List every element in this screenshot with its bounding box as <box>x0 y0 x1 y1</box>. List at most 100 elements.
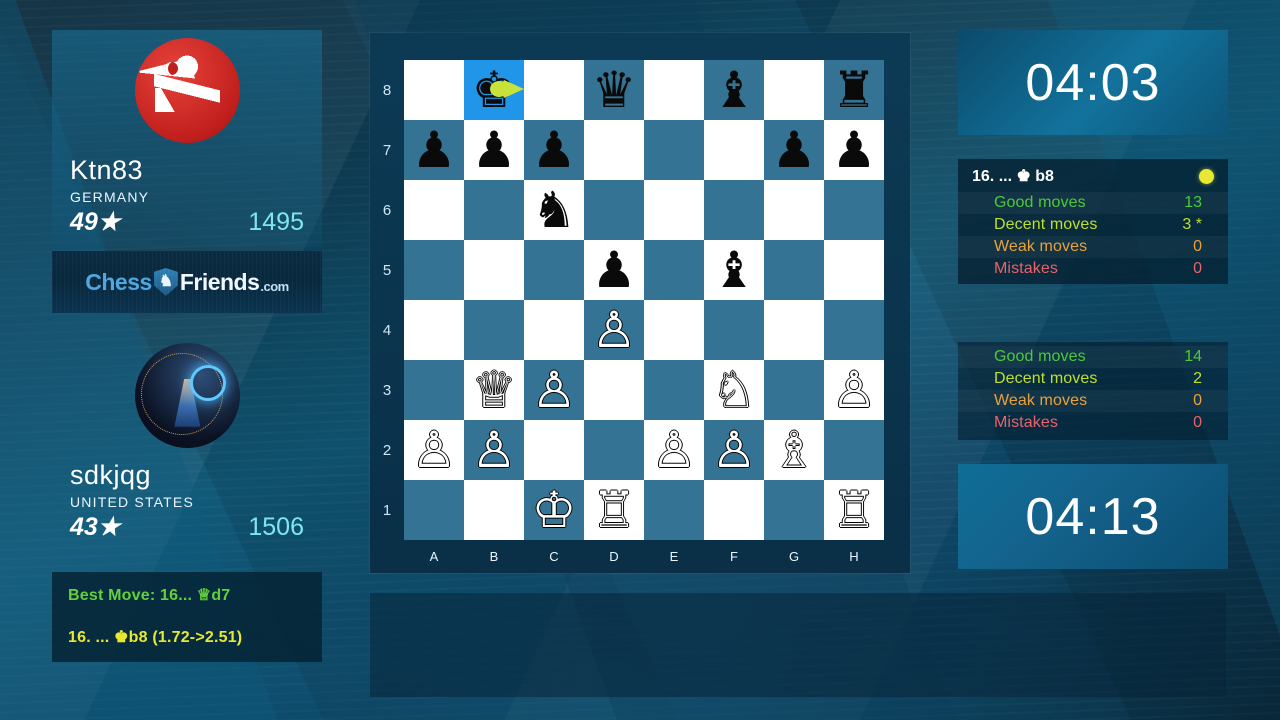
black-pawn[interactable]: ♟ <box>524 120 584 180</box>
white-rook[interactable]: ♖ <box>824 480 884 540</box>
white-bishop[interactable]: ♗ <box>764 420 824 480</box>
white-queen[interactable]: ♕ <box>464 360 524 420</box>
avatar-black-player[interactable] <box>134 38 240 143</box>
player-card-white[interactable]: sdkjqg UNITED STATES 43★ 1506 <box>52 335 322 552</box>
white-pawn[interactable]: ♙ <box>584 300 644 360</box>
square-a3[interactable] <box>404 360 464 420</box>
square-b7[interactable]: ♟ <box>464 120 524 180</box>
square-d8[interactable]: ♛ <box>584 60 644 120</box>
logo-chess-text: Chess <box>85 268 152 295</box>
square-d2[interactable] <box>584 420 644 480</box>
white-pawn[interactable]: ♙ <box>704 420 764 480</box>
square-d7[interactable] <box>584 120 644 180</box>
board-squares[interactable]: ♚♛♝♜♟♟♟♟♟♞♟♝♙♕♙♘♙♙♙♙♙♗♔♖♖ <box>404 60 884 540</box>
white-pawn[interactable]: ♙ <box>644 420 704 480</box>
square-g7[interactable]: ♟ <box>764 120 824 180</box>
player-card-black[interactable]: Ktn83 GERMANY 49★ 1495 <box>52 30 322 247</box>
black-pawn[interactable]: ♟ <box>464 120 524 180</box>
square-c3[interactable]: ♙ <box>524 360 584 420</box>
square-f5[interactable]: ♝ <box>704 240 764 300</box>
square-f3[interactable]: ♘ <box>704 360 764 420</box>
square-c8[interactable] <box>524 60 584 120</box>
square-h7[interactable]: ♟ <box>824 120 884 180</box>
square-e6[interactable] <box>644 180 704 240</box>
square-a6[interactable] <box>404 180 464 240</box>
black-rook[interactable]: ♜ <box>824 60 884 120</box>
square-d4[interactable]: ♙ <box>584 300 644 360</box>
black-pawn[interactable]: ♟ <box>824 120 884 180</box>
clock-white: 04:13 <box>958 464 1228 569</box>
square-g4[interactable] <box>764 300 824 360</box>
square-h4[interactable] <box>824 300 884 360</box>
square-a1[interactable] <box>404 480 464 540</box>
square-b8[interactable]: ♚ <box>464 60 524 120</box>
square-b5[interactable] <box>464 240 524 300</box>
square-e7[interactable] <box>644 120 704 180</box>
square-h6[interactable] <box>824 180 884 240</box>
black-bishop[interactable]: ♝ <box>704 240 764 300</box>
white-pawn[interactable]: ♙ <box>464 420 524 480</box>
square-c7[interactable]: ♟ <box>524 120 584 180</box>
square-d3[interactable] <box>584 360 644 420</box>
square-b6[interactable] <box>464 180 524 240</box>
square-g1[interactable] <box>764 480 824 540</box>
square-a5[interactable] <box>404 240 464 300</box>
white-king[interactable]: ♔ <box>524 480 584 540</box>
white-pawn[interactable]: ♙ <box>524 360 584 420</box>
square-h3[interactable]: ♙ <box>824 360 884 420</box>
square-h2[interactable] <box>824 420 884 480</box>
avatar-leg-icon <box>154 88 185 112</box>
square-a7[interactable]: ♟ <box>404 120 464 180</box>
white-knight[interactable]: ♘ <box>704 360 764 420</box>
square-a8[interactable] <box>404 60 464 120</box>
square-f1[interactable] <box>704 480 764 540</box>
chess-board[interactable]: 87654321 ♚♛♝♜♟♟♟♟♟♞♟♝♙♕♙♘♙♙♙♙♙♗♔♖♖ ABCDE… <box>370 33 910 573</box>
square-d1[interactable]: ♖ <box>584 480 644 540</box>
square-c1[interactable]: ♔ <box>524 480 584 540</box>
square-b1[interactable] <box>464 480 524 540</box>
square-h8[interactable]: ♜ <box>824 60 884 120</box>
square-c5[interactable] <box>524 240 584 300</box>
white-pawn[interactable]: ♙ <box>404 420 464 480</box>
black-queen[interactable]: ♛ <box>584 60 644 120</box>
square-h5[interactable] <box>824 240 884 300</box>
white-rook[interactable]: ♖ <box>584 480 644 540</box>
square-e2[interactable]: ♙ <box>644 420 704 480</box>
square-c4[interactable] <box>524 300 584 360</box>
square-e1[interactable] <box>644 480 704 540</box>
square-g2[interactable]: ♗ <box>764 420 824 480</box>
black-pawn[interactable]: ♟ <box>584 240 644 300</box>
black-knight[interactable]: ♞ <box>524 180 584 240</box>
square-c6[interactable]: ♞ <box>524 180 584 240</box>
stat-label: Weak moves <box>994 238 1088 255</box>
square-g5[interactable] <box>764 240 824 300</box>
square-c2[interactable] <box>524 420 584 480</box>
square-e8[interactable] <box>644 60 704 120</box>
square-e3[interactable] <box>644 360 704 420</box>
square-e5[interactable] <box>644 240 704 300</box>
square-f8[interactable]: ♝ <box>704 60 764 120</box>
square-e4[interactable] <box>644 300 704 360</box>
square-a4[interactable] <box>404 300 464 360</box>
square-g6[interactable] <box>764 180 824 240</box>
file-label-f: F <box>730 549 738 564</box>
avatar-white-player[interactable] <box>134 343 240 448</box>
square-b4[interactable] <box>464 300 524 360</box>
square-b2[interactable]: ♙ <box>464 420 524 480</box>
square-h1[interactable]: ♖ <box>824 480 884 540</box>
square-d5[interactable]: ♟ <box>584 240 644 300</box>
square-f6[interactable] <box>704 180 764 240</box>
site-logo-banner[interactable]: Chess ♞ Friends .com <box>52 251 322 313</box>
square-f4[interactable] <box>704 300 764 360</box>
black-pawn[interactable]: ♟ <box>764 120 824 180</box>
black-bishop[interactable]: ♝ <box>704 60 764 120</box>
square-f7[interactable] <box>704 120 764 180</box>
black-pawn[interactable]: ♟ <box>404 120 464 180</box>
square-b3[interactable]: ♕ <box>464 360 524 420</box>
square-f2[interactable]: ♙ <box>704 420 764 480</box>
square-a2[interactable]: ♙ <box>404 420 464 480</box>
square-g8[interactable] <box>764 60 824 120</box>
square-g3[interactable] <box>764 360 824 420</box>
white-pawn[interactable]: ♙ <box>824 360 884 420</box>
square-d6[interactable] <box>584 180 644 240</box>
